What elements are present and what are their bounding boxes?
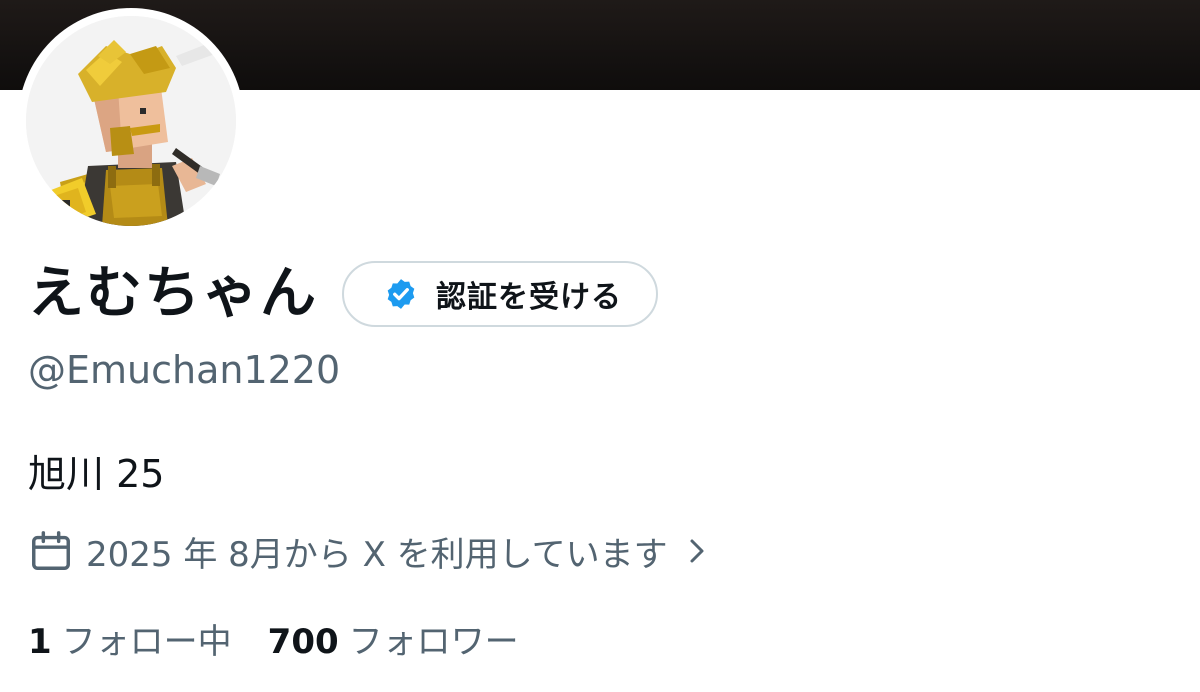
following-label: フォロー中 [61, 621, 232, 662]
joined-date-row[interactable]: 2025 年 8月から X を利用しています [28, 524, 712, 578]
joined-date-text: 2025 年 8月から X を利用しています [86, 534, 668, 575]
avatar-image [26, 16, 236, 226]
following-link[interactable]: 1 フォロー中 [28, 614, 232, 663]
profile-handle: @Emuchan1220 [28, 348, 341, 392]
get-verified-button[interactable]: 認証を受ける [342, 261, 658, 327]
display-name: えむちゃん [28, 261, 318, 326]
calendar-icon [32, 531, 70, 570]
following-count: 1 [28, 621, 52, 662]
followers-count: 700 [267, 621, 339, 662]
followers-label: フォロワー [348, 621, 519, 662]
get-verified-label: 認証を受ける [436, 280, 622, 315]
follow-stats: 1 フォロー中 700 フォロワー [28, 612, 519, 664]
chevron-right-icon [690, 539, 704, 563]
name-row: えむちゃん 認証を受ける [28, 256, 658, 332]
profile-bio: 旭川 25 [28, 452, 165, 496]
followers-link[interactable]: 700 フォロワー [268, 614, 519, 663]
profile-avatar[interactable] [18, 8, 244, 234]
verified-badge-icon [387, 279, 415, 309]
